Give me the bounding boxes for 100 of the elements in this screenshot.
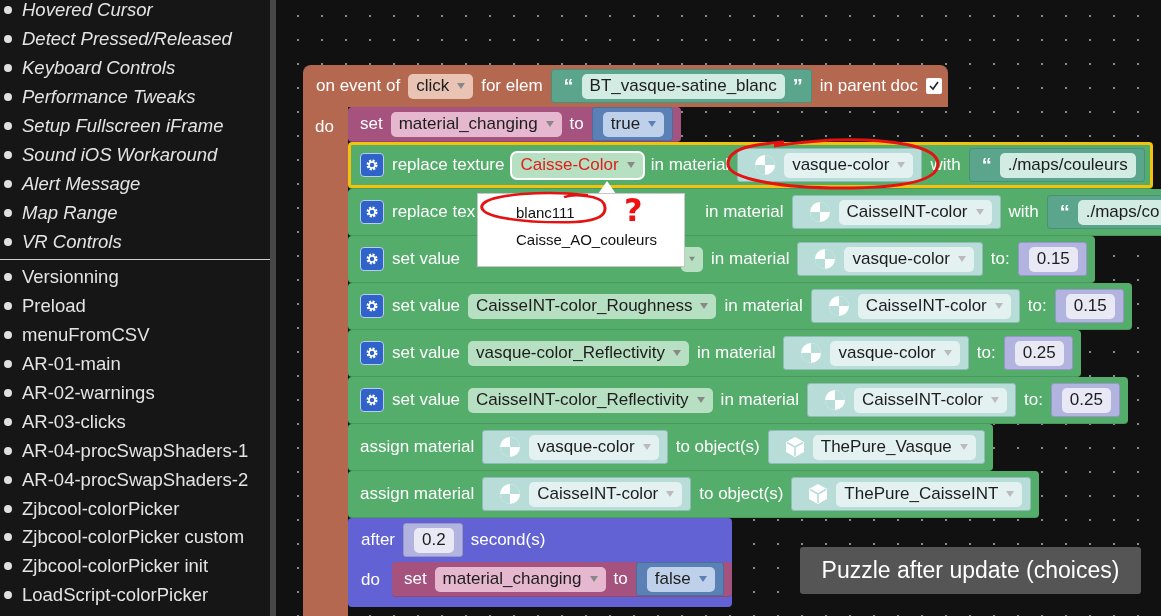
block-label: after: [361, 530, 396, 550]
block-label: do: [315, 117, 334, 136]
caret-icon: [689, 256, 696, 262]
bullet-icon: [4, 6, 12, 15]
dropdown-field[interactable]: material_changing: [434, 566, 606, 592]
bullet-icon: [4, 93, 12, 102]
caret-icon: [696, 397, 705, 403]
caret-icon: [959, 444, 968, 450]
action-block[interactable]: set value CaisseINT-color_Roughness in material CaisseINT-color to: 0.15: [348, 283, 1132, 330]
sidebar-item[interactable]: menuFromCSV: [22, 324, 150, 347]
dropdown-field[interactable]: CaisseINT-color: [838, 199, 992, 225]
gear-icon[interactable]: [360, 200, 384, 224]
number-field[interactable]: 0.25: [1061, 387, 1111, 413]
gear-icon[interactable]: [360, 294, 384, 318]
block-label: replace texture: [392, 155, 505, 175]
menu-option[interactable]: blanc111: [506, 199, 585, 226]
sidebar-item[interactable]: Zjbcool-colorPicker: [22, 497, 180, 520]
dropdown-field[interactable]: CaisseINT-color: [857, 293, 1011, 319]
timer-block[interactable]: after 0.2 second(s) do set material_changing to false: [348, 518, 732, 607]
dropdown-field[interactable]: CaisseINT-color_Reflectivity: [468, 387, 713, 413]
dropdown-field[interactable]: click: [408, 73, 474, 99]
bullet-icon: [4, 64, 12, 73]
sidebar-item[interactable]: Preload: [22, 295, 86, 318]
sidebar-item[interactable]: Map Range: [22, 201, 118, 224]
action-block[interactable]: set value vasque-color_Reflectivity in material vasque-color to: 0.25: [348, 330, 1081, 377]
bullet-icon: [4, 302, 12, 311]
number-field[interactable]: 0.2: [414, 527, 454, 553]
annotation-mark: ?: [624, 195, 643, 225]
block-label: in material: [724, 296, 803, 316]
caret-icon: [698, 576, 707, 582]
dropdown-field[interactable]: ThePure_Vasque: [812, 434, 976, 460]
dropdown-field[interactable]: vasque-color: [844, 246, 974, 272]
sidebar-item[interactable]: Keyboard Controls: [22, 57, 176, 80]
block-label: to object(s): [675, 437, 760, 457]
sidebar-item[interactable]: VR Controls: [22, 230, 122, 253]
dropdown-field[interactable]: false: [646, 566, 715, 592]
action-block[interactable]: assign material CaisseINT-color to object(s) ThePure_CaisseINT: [348, 471, 1040, 518]
bullet-icon: [4, 331, 12, 340]
gear-icon[interactable]: [360, 247, 384, 271]
sidebar-item[interactable]: LoadScript-colorPicker: [22, 584, 209, 607]
caret-icon: [897, 162, 906, 168]
dropdown-field[interactable]: CaisseINT-color: [529, 481, 683, 507]
caret-icon: [642, 444, 651, 450]
dropdown-field[interactable]: vasque-color: [529, 434, 659, 460]
sidebar-item[interactable]: Zjbcool-colorPicker custom: [22, 526, 245, 549]
sidebar-item[interactable]: Hovered Cursor: [22, 0, 153, 22]
dropdown-field[interactable]: CaisseINT-color: [854, 387, 1007, 413]
sidebar-item[interactable]: AR-01-main: [22, 353, 121, 376]
dropdown-field[interactable]: CaisseINT-color_Roughness: [468, 293, 717, 319]
sidebar-item[interactable]: AR-04-procSwapShaders-1: [22, 439, 249, 462]
sidebar-item[interactable]: Detect Pressed/Released: [22, 28, 232, 51]
sidebar-item[interactable]: Versionning: [22, 266, 119, 289]
sidebar-item[interactable]: Alert Message: [22, 172, 141, 195]
dropdown-field[interactable]: true: [602, 111, 665, 137]
dropdown-field[interactable]: vasque-color: [784, 152, 914, 178]
block-label: in material: [720, 390, 800, 410]
set-variable-block[interactable]: set material_changing to true: [348, 107, 682, 142]
action-block[interactable]: set value CaisseINT-color_Reflectivity in material CaisseINT-color to: 0.25: [348, 377, 1128, 424]
material-icon: [808, 201, 831, 223]
sidebar-item[interactable]: AR-03-clicks: [22, 410, 126, 433]
caret-icon: [589, 576, 598, 582]
scrollbar[interactable]: [270, 0, 276, 616]
caret-icon: [626, 162, 635, 168]
caret-icon: [457, 83, 466, 89]
number-field[interactable]: 0.15: [1028, 246, 1078, 272]
sidebar-item[interactable]: Performance Tweaks: [22, 86, 196, 109]
gear-icon[interactable]: [360, 153, 384, 177]
text-field[interactable]: ./maps/couleurs: [999, 152, 1136, 178]
text-field[interactable]: ./maps/co: [1077, 199, 1161, 225]
sidebar-item[interactable]: Setup Fullscreen iFrame: [22, 115, 224, 137]
dropdown-field[interactable]: vasque-color: [830, 340, 960, 366]
dropdown-field[interactable]: vasque-color_Reflectivity: [468, 340, 689, 366]
block-label: to:: [976, 343, 996, 363]
block-label: with: [1008, 202, 1039, 222]
caret-icon: [1006, 491, 1015, 497]
gear-icon[interactable]: [360, 388, 384, 412]
number-field[interactable]: 0.25: [1014, 340, 1064, 366]
block-label: to:: [1023, 390, 1043, 410]
gear-icon[interactable]: [360, 341, 384, 365]
bullet-icon: [4, 562, 12, 571]
event-block-header[interactable]: on event of click for elem “ BT_vasque-satine_blanc ” in parent doc: [303, 65, 949, 107]
text-field[interactable]: BT_vasque-satine_blanc: [581, 73, 785, 99]
block-label: to: [613, 569, 628, 589]
checkbox[interactable]: [926, 78, 943, 94]
bullet-icon: [4, 389, 12, 397]
bullet-icon: [4, 446, 12, 455]
sidebar-item[interactable]: Zjbcool-colorPicker init: [22, 555, 209, 578]
sidebar-item[interactable]: AR-04-procSwapShaders-2: [22, 468, 249, 491]
sidebar-item[interactable]: Sound iOS Workaround: [22, 143, 218, 166]
action-block[interactable]: assign material vasque-color to object(s) ThePure_Vasque: [348, 424, 993, 471]
sidebar-item[interactable]: AR-02-warnings: [22, 382, 155, 404]
set-variable-block[interactable]: set material_changing to false: [391, 562, 732, 597]
block-label: set: [403, 569, 427, 589]
dropdown-field[interactable]: material_changing: [390, 111, 562, 137]
number-field[interactable]: 0.15: [1065, 293, 1115, 319]
material-icon: [824, 389, 847, 411]
caret-icon: [994, 303, 1003, 309]
block-label: in material: [705, 202, 784, 222]
bullet-icon: [4, 504, 12, 513]
dropdown-field[interactable]: ThePure_CaisseINT: [836, 481, 1023, 507]
